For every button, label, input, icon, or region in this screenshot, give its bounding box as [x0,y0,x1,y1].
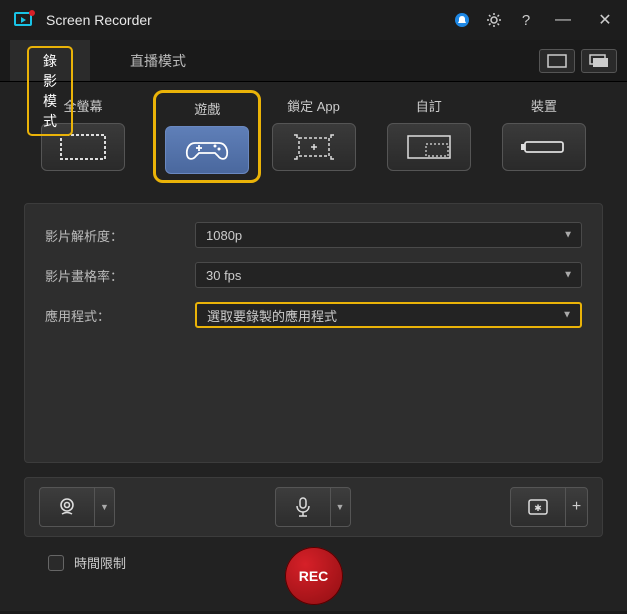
fps-select[interactable]: 30 fps ▼ [195,262,582,288]
microphone-icon [293,496,313,518]
tab-record[interactable]: 錄影模式 [10,40,90,81]
application-label: 應用程式： [45,306,195,325]
resolution-label: 影片解析度： [45,226,195,245]
fps-label: 影片畫格率： [45,266,195,285]
tab-record-label: 錄影模式 [27,46,73,136]
mode-lockapp[interactable]: 鎖定 App [269,96,359,183]
device-icon [502,123,586,171]
help-icon[interactable]: ? [517,11,535,29]
gamepad-icon [165,126,249,174]
resolution-select[interactable]: 1080p ▼ [195,222,582,248]
svg-text:✱: ✱ [534,503,542,513]
settings-panel: 影片解析度： 1080p ▼ 影片畫格率： 30 fps ▼ 應用程式： 選取要… [24,203,603,463]
notification-icon[interactable] [453,11,471,29]
view-multi-button[interactable] [581,49,617,73]
overlay-button[interactable]: ✱ [510,487,566,527]
settings-icon[interactable] [485,11,503,29]
lockapp-icon [272,123,356,171]
content-area: 全螢幕 遊戲 鎖定 App 自訂 裝 [0,82,627,611]
overlay-icon: ✱ [527,497,549,517]
application-select[interactable]: 選取要錄製的應用程式 ▼ [195,302,582,328]
main-tab-bar: 錄影模式 直播模式 [0,40,627,82]
timelimit-label: 時間限制 [74,553,126,572]
input-device-bar: ▼ ▼ ✱ + [24,477,603,537]
view-single-button[interactable] [539,49,575,73]
webcam-icon [56,496,78,518]
close-button[interactable]: ✕ [591,10,619,30]
mic-group: ▼ [275,487,351,527]
chevron-down-icon: ▼ [563,270,573,281]
chevron-down-icon: ▼ [562,310,572,321]
webcam-button[interactable] [39,487,95,527]
mode-custom[interactable]: 自訂 [384,96,474,183]
overlay-add-button[interactable]: + [566,487,588,527]
mode-device[interactable]: 裝置 [499,96,589,183]
tab-stream[interactable]: 直播模式 [90,40,226,81]
tab-stream-label: 直播模式 [130,51,186,71]
mic-button[interactable] [275,487,331,527]
overlay-group: ✱ + [510,487,588,527]
app-logo-icon [12,8,36,32]
webcam-group: ▼ [39,487,115,527]
mode-game[interactable]: 遊戲 [153,96,243,183]
minimize-button[interactable]: — [549,11,577,29]
mode-row: 全螢幕 遊戲 鎖定 App 自訂 裝 [24,96,603,197]
app-title: Screen Recorder [46,12,453,28]
titlebar: Screen Recorder ? — ✕ [0,0,627,40]
timelimit-checkbox[interactable] [48,555,64,571]
mic-dropdown[interactable]: ▼ [331,487,351,527]
webcam-dropdown[interactable]: ▼ [95,487,115,527]
record-button[interactable]: REC [285,547,343,605]
custom-icon [387,123,471,171]
chevron-down-icon: ▼ [563,230,573,241]
